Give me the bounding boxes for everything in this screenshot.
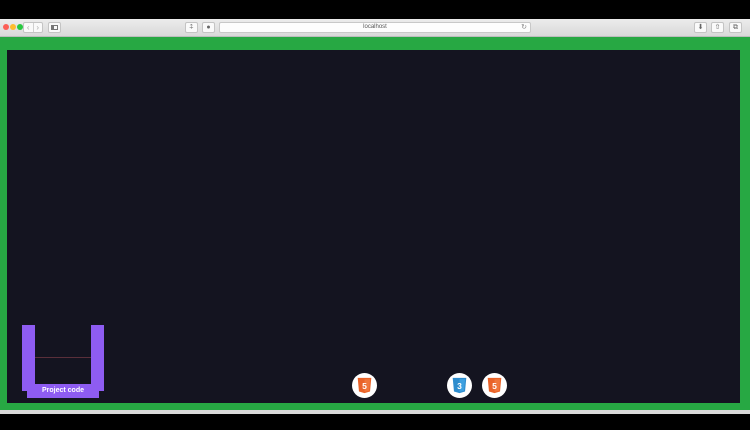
project-code-bucket[interactable]: Project code [22,325,104,398]
html5-icon: 5 [487,377,502,394]
game-canvas[interactable]: Project code 5 3 5 [7,50,740,403]
svg-text:3: 3 [457,381,462,391]
privacy-button[interactable]: ● [202,22,215,33]
extension-button[interactable]: ⍏ [185,22,198,33]
bucket-label: Project code [27,384,99,398]
bottom-letterbox [0,414,750,430]
reload-icon[interactable]: ↻ [521,23,527,32]
sidebar-icon [51,25,58,30]
address-text: localhost [363,24,387,30]
svg-text:5: 5 [492,381,497,391]
back-button[interactable]: ‹ [24,23,33,32]
css3-icon: 3 [452,377,467,394]
downloads-button[interactable]: ⬇ [694,22,707,33]
tabs-icon: ⧉ [733,24,738,31]
browser-toolbar: ‹ › ⍏ ● localhost ↻ ⬇ ⇧ ⧉ [0,19,750,37]
close-window-button[interactable] [3,24,9,30]
sidebar-toggle-button[interactable] [48,22,61,33]
share-button[interactable]: ⇧ [711,22,724,33]
css3-logo: 3 [447,373,472,398]
page-frame: Project code 5 3 5 [0,37,750,410]
bucket-left-wall [22,325,35,391]
shield-icon: ● [206,24,211,31]
top-letterbox [0,0,750,19]
html5-logo: 5 [352,373,377,398]
bucket-right-wall [91,325,104,391]
download-icon: ⬇ [697,24,704,31]
forward-button[interactable]: › [32,23,43,32]
bucket-fill-line [35,357,91,358]
minimize-window-button[interactable] [10,24,16,30]
html5-logo: 5 [482,373,507,398]
nav-buttons: ‹ › [23,22,43,33]
extension-icon: ⍏ [189,24,194,31]
share-icon: ⇧ [714,24,721,31]
svg-text:5: 5 [362,381,367,391]
tab-overview-button[interactable]: ⧉ [729,22,742,33]
html5-icon: 5 [357,377,372,394]
address-bar[interactable]: localhost ↻ [219,22,531,33]
